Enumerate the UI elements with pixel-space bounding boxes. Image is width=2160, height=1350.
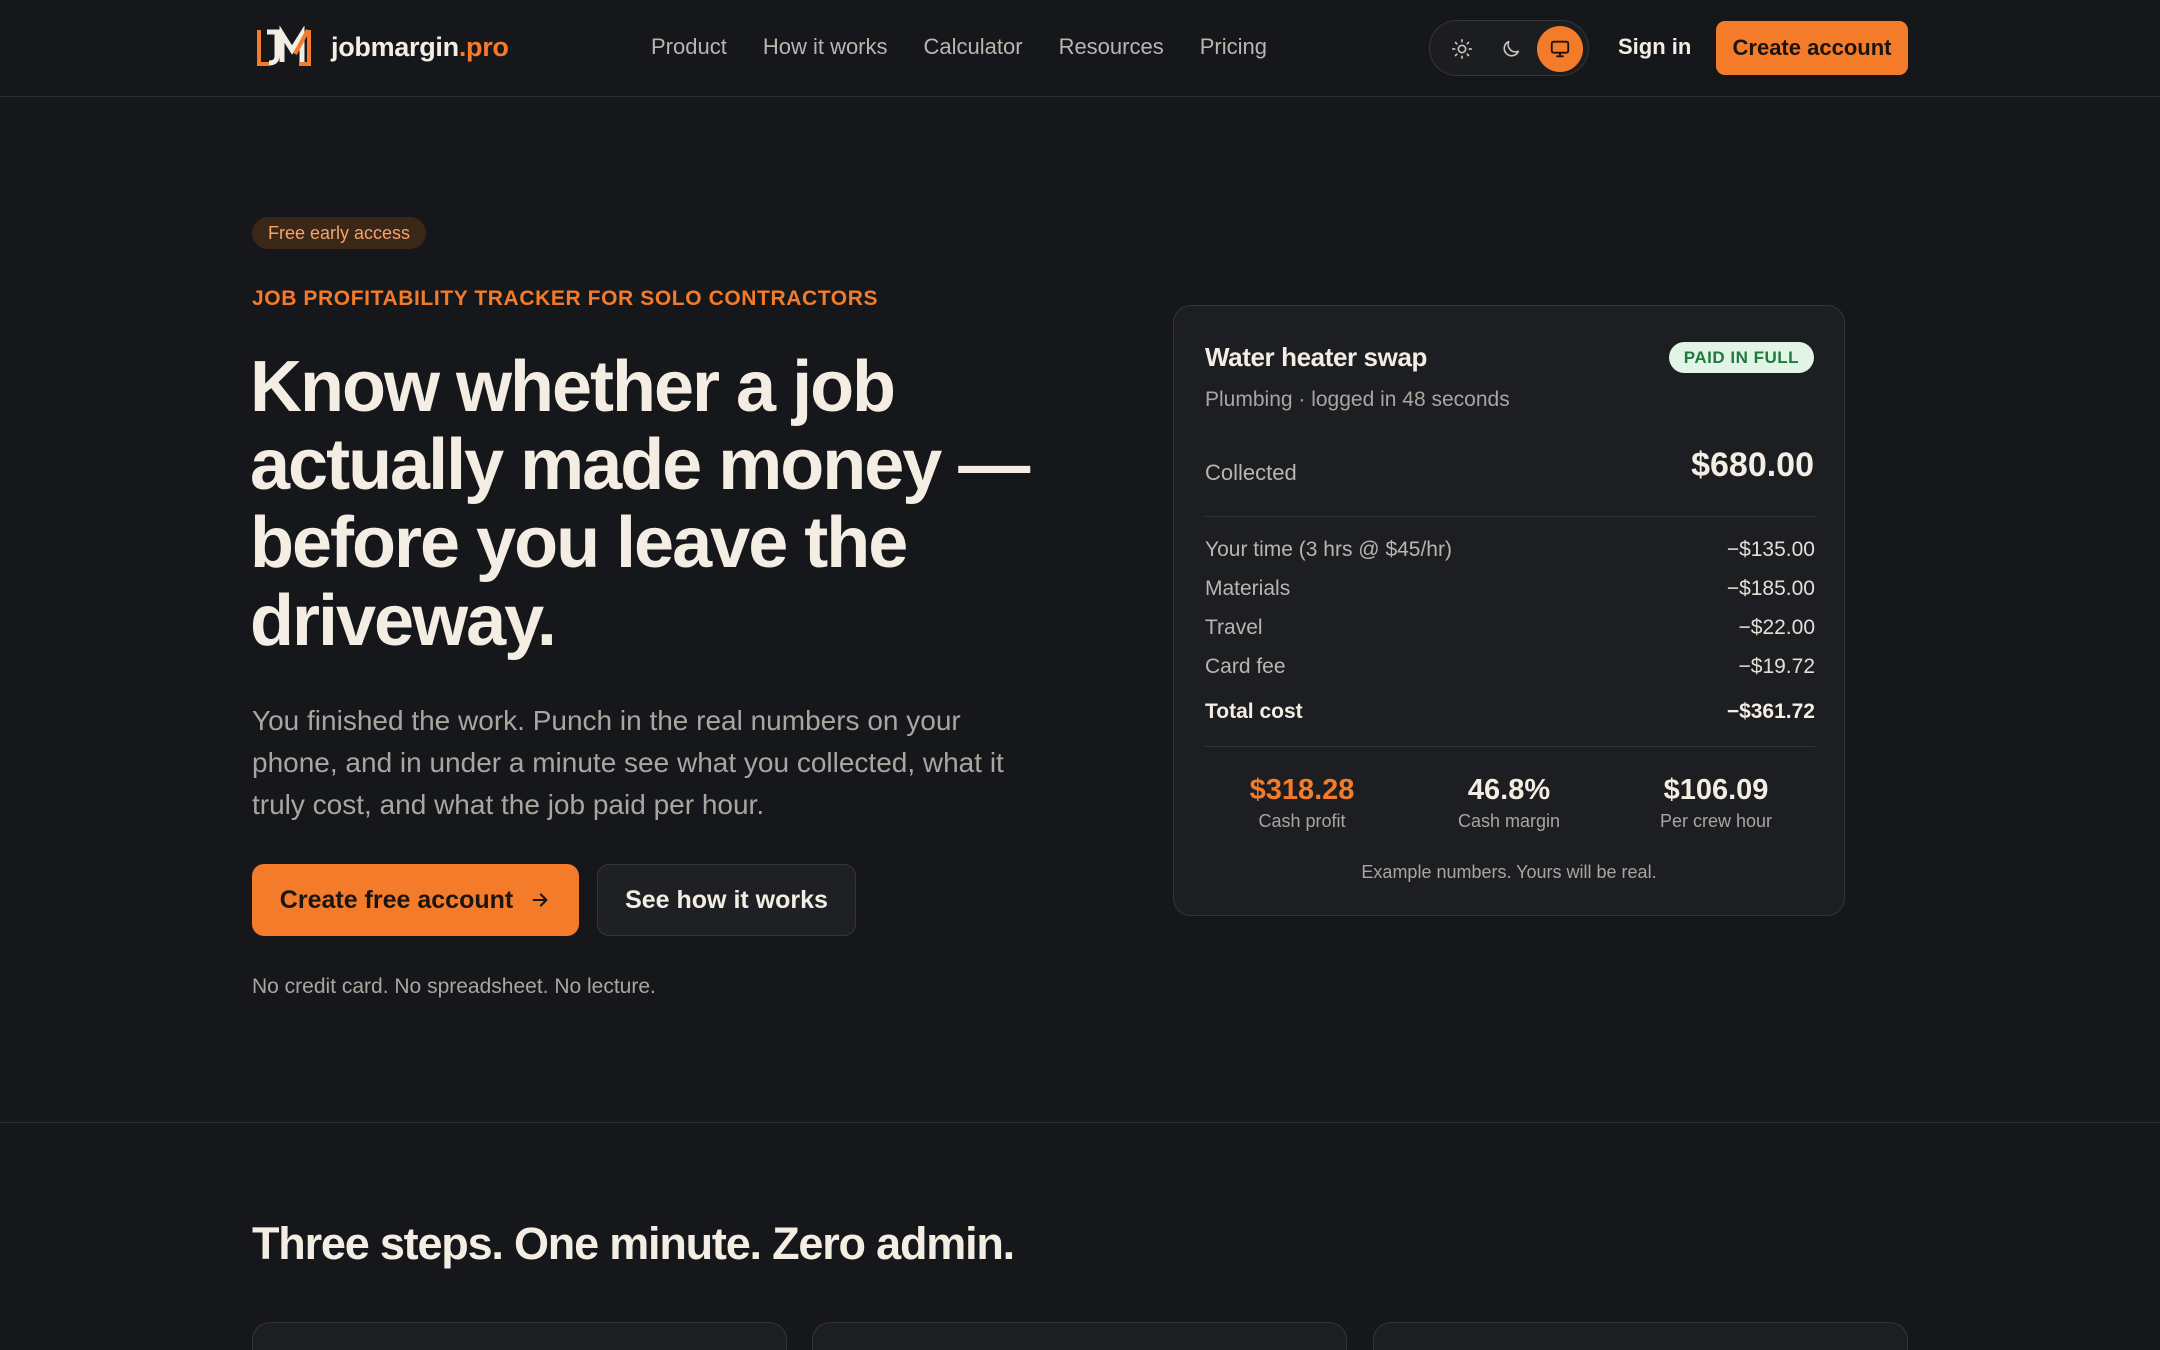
job-title: Water heater swap [1205,342,1427,372]
step-card [812,1322,1347,1350]
cost-row: Travel −$22.00 [1205,616,1815,640]
see-how-it-works-button[interactable]: See how it works [597,864,856,936]
cost-amount: −$135.00 [1726,538,1815,561]
collected-label: Collected [1205,460,1297,485]
job-example-card: Water heater swap PAID IN FULL Plumbing … [1173,305,1845,916]
card-divider [1205,516,1815,517]
monitor-icon [1550,40,1570,58]
cost-label: Travel [1205,616,1263,639]
steps-section-title: Three steps. One minute. Zero admin. [252,1218,1015,1269]
primary-nav: Product How it works Calculator Resource… [651,34,1303,60]
stat-per-crew-hour: $106.09 Per crew hour [1616,774,1816,832]
moon-icon [1503,40,1520,57]
cost-label: Materials [1205,577,1291,600]
stat-cash-profit: $318.28 Cash profit [1202,774,1402,832]
create-free-account-button[interactable]: Create free account [252,864,579,936]
nav-link-resources[interactable]: Resources [1059,34,1164,60]
cost-amount: −$22.00 [1738,616,1816,639]
top-nav: jobmargin.pro Product How it works Calcu… [0,0,2160,97]
collected-value: $680.00 [1691,446,1814,484]
cost-label: Card fee [1205,655,1286,678]
total-cost-row: Total cost −$361.72 [1205,700,1815,724]
stat-label: Per crew hour [1659,811,1773,831]
step-card [1373,1322,1908,1350]
sun-icon [1452,39,1472,59]
nav-link-calculator[interactable]: Calculator [924,34,1023,60]
nav-link-pricing[interactable]: Pricing [1200,34,1267,60]
job-subtitle: Plumbing · logged in 48 seconds [1205,388,1510,411]
nav-link-product[interactable]: Product [651,34,727,60]
cost-label: Your time (3 hrs @ $45/hr) [1205,538,1452,561]
cost-amount: −$19.72 [1738,655,1816,678]
sign-in-link[interactable]: Sign in [1618,34,1691,60]
total-cost-amount: −$361.72 [1726,700,1815,723]
theme-light-button[interactable] [1439,26,1485,72]
logo-text: jobmargin.pro [331,31,509,62]
early-access-badge: Free early access [252,217,427,249]
theme-toggle [1429,20,1589,76]
card-note: Example numbers. Yours will be real. [1361,862,1657,882]
logo-mark-icon [257,26,311,66]
cost-amount: −$185.00 [1726,577,1815,600]
stat-label: Cash profit [1258,811,1346,831]
hero-subtext: You finished the work. Punch in the real… [252,705,1004,820]
status-badge: PAID IN FULL [1668,342,1814,373]
theme-dark-button[interactable] [1488,26,1534,72]
hero-eyebrow: JOB PROFITABILITY TRACKER FOR SOLO CONTR… [252,287,879,310]
cost-row: Card fee −$19.72 [1205,655,1815,679]
arrow-right-icon [532,893,548,907]
step-card [252,1322,787,1350]
hero-fineprint: No credit card. No spreadsheet. No lectu… [252,975,656,998]
cost-row: Your time (3 hrs @ $45/hr) −$135.00 [1205,538,1815,562]
nav-link-how-it-works[interactable]: How it works [763,34,888,60]
create-account-button[interactable]: Create account [1716,21,1908,75]
stat-label: Cash margin [1457,811,1561,831]
card-divider [1205,746,1815,747]
stat-cash-margin: 46.8% Cash margin [1409,774,1609,832]
total-cost-label: Total cost [1205,700,1303,723]
cost-row: Materials −$185.00 [1205,577,1815,601]
theme-system-button[interactable] [1537,26,1583,72]
stat-value: $106.09 [1663,774,1769,806]
section-divider [0,1122,2160,1123]
logo-link[interactable]: jobmargin.pro [255,26,509,68]
hero-headline: Know whether a job actually made money —… [250,347,1030,661]
stat-value: 46.8% [1467,774,1551,806]
stat-value: $318.28 [1249,774,1355,806]
create-free-account-label: Create free account [279,885,514,914]
